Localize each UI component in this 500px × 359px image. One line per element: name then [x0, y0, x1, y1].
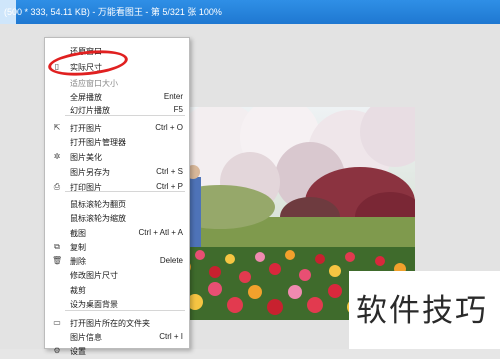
- menu-separator: [65, 191, 185, 192]
- menu-item-label: 修改图片尺寸: [70, 271, 118, 280]
- menu-item-shortcut: Ctrl + O: [155, 123, 183, 132]
- trash-icon: 🗑: [52, 256, 63, 265]
- menu-separator: [65, 115, 185, 116]
- menu-item-open-manager[interactable]: 打开图片管理器: [45, 134, 189, 150]
- menu-item-save-as[interactable]: 图片另存为 Ctrl + S: [45, 164, 189, 180]
- menu-item-resize[interactable]: 修改图片尺寸: [45, 267, 189, 283]
- context-menu: 还原窗口 ▯ 实际尺寸 适应窗口大小 全屏播放 Enter 幻灯片播放 F5 ⇱ 打开图片 Ctrl…: [44, 37, 190, 356]
- copy-icon: ⧉: [54, 242, 60, 251]
- menu-separator: [65, 310, 185, 311]
- printer-icon: ⎙: [53, 182, 61, 191]
- menu-item-label: 裁剪: [70, 286, 86, 295]
- menu-item-shortcut: F5: [173, 105, 183, 114]
- menu-item-label: 复制: [70, 243, 86, 252]
- menu-item-shortcut: Ctrl + S: [156, 167, 183, 176]
- menu-item-settings[interactable]: ⚙ 设置: [45, 343, 189, 359]
- menu-item-label: 鼠标滚轮为缩放: [70, 214, 126, 223]
- menu-item-label: 打开图片: [70, 124, 102, 133]
- menu-item-label: 图片美化: [70, 153, 102, 162]
- menu-item-label: 设为桌面背景: [70, 300, 118, 309]
- folder-icon: ▭: [53, 318, 61, 327]
- menu-item-label: 打开图片管理器: [70, 138, 126, 147]
- open-icon: ⇱: [53, 123, 61, 132]
- menu-item-label: 设置: [70, 347, 86, 356]
- gear-icon: ⚙: [53, 346, 61, 355]
- menu-item-label: 截图: [70, 229, 86, 238]
- menu-item-label: 鼠标滚轮为翻页: [70, 200, 126, 209]
- menu-item-shortcut: Enter: [163, 92, 183, 101]
- menu-item-label: 打开图片所在的文件夹: [70, 319, 150, 328]
- menu-item-wheel-zoom[interactable]: 鼠标滚轮为缩放: [45, 210, 189, 226]
- menu-item-print[interactable]: ⎙ 打印图片 Ctrl + P: [45, 179, 189, 195]
- menu-item-shortcut: Delete: [159, 256, 183, 265]
- menu-item-label: 图片信息: [70, 333, 102, 342]
- menu-item-shortcut: Ctrl + P: [156, 182, 183, 191]
- menu-item-label: 删除: [70, 257, 86, 266]
- menu-item-shortcut: Ctrl + Atl + A: [138, 228, 183, 237]
- window-title: (500 * 333, 54.11 KB) - 万能看图王 - 第 5/321 …: [4, 7, 222, 17]
- magic-icon: ✲: [53, 152, 61, 161]
- menu-item-label: 图片另存为: [70, 168, 110, 177]
- watermark-text: 软件技巧: [356, 293, 488, 329]
- menu-item-shortcut: Ctrl + I: [159, 332, 183, 341]
- window-titlebar[interactable]: (500 * 333, 54.11 KB) - 万能看图王 - 第 5/321 …: [0, 0, 500, 24]
- menu-item-label: 适应窗口大小: [70, 79, 118, 88]
- menu-item-beautify[interactable]: ✲ 图片美化: [45, 149, 189, 165]
